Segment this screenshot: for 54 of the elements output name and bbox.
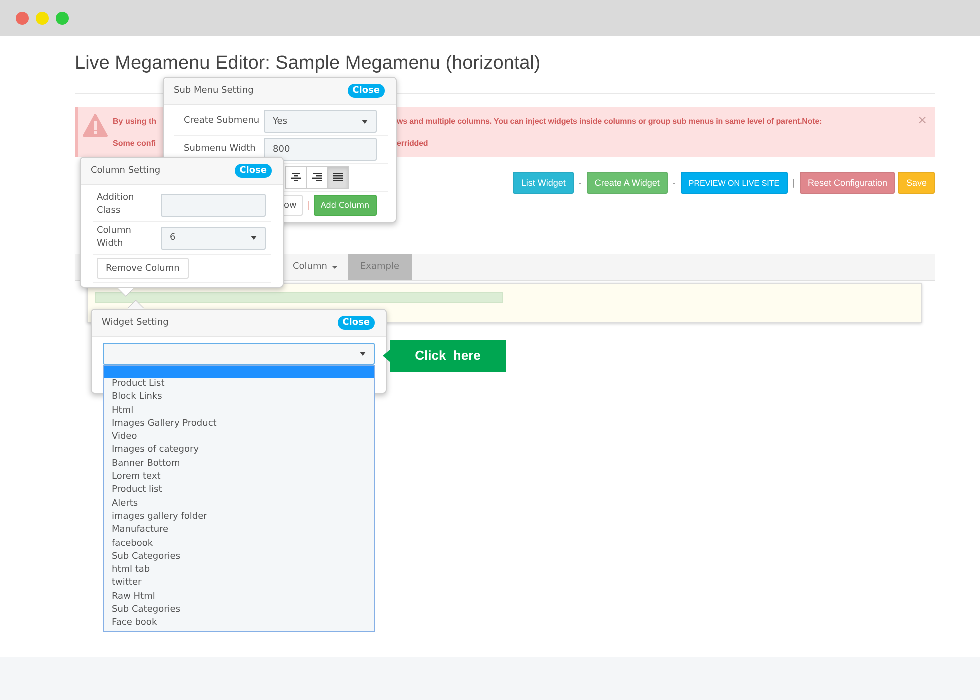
dropdown-option[interactable]: Product list — [104, 484, 374, 498]
caret-icon — [360, 352, 366, 356]
dropdown-option[interactable]: Alerts — [104, 498, 374, 511]
dropdown-option[interactable]: Sub Categories — [104, 550, 374, 564]
popup-title: Widget Setting — [102, 318, 169, 328]
dropdown-option[interactable]: Sub Categories — [104, 604, 374, 618]
alert-text: erridded — [397, 138, 428, 150]
maximize-icon[interactable] — [56, 12, 69, 24]
dropdown-option[interactable]: twitter — [104, 577, 374, 591]
dropdown-option[interactable]: html tab — [104, 564, 374, 578]
width-input[interactable]: 800 — [264, 138, 377, 161]
dropdown-option[interactable]: Images of category — [104, 444, 374, 458]
dropdown-option[interactable]: Lorem text — [104, 471, 374, 484]
dropdown-option[interactable]: Manufacture — [104, 524, 374, 538]
dropdown-option[interactable]: Block Links — [104, 391, 374, 405]
dropdown-option[interactable]: Video — [104, 431, 374, 444]
dropdown-option[interactable]: Banner Bottom — [104, 458, 374, 472]
column-placeholder[interactable] — [95, 292, 503, 303]
separator: | — [306, 200, 310, 210]
separator: - — [578, 178, 583, 188]
dropdown-option[interactable]: Raw Html — [104, 590, 374, 604]
submenu-select[interactable]: Yes — [264, 110, 377, 133]
alert-text: Some confi — [113, 138, 156, 150]
class-input[interactable] — [161, 194, 266, 216]
align-right-icon — [312, 173, 322, 182]
align-button[interactable] — [306, 166, 328, 189]
separator: - — [672, 178, 677, 188]
dropdown-option[interactable]: facebook — [104, 538, 374, 551]
popup-title: Sub Menu Setting — [174, 86, 254, 96]
field-label: Create Submenu — [184, 115, 261, 128]
field-label: Submenu Width — [184, 143, 257, 156]
alert-text: By using th — [113, 116, 157, 128]
dropdown-option[interactable]: Face book — [104, 617, 374, 631]
dropdown-option[interactable]: images gallery folder — [104, 510, 374, 524]
widget-select[interactable] — [103, 343, 375, 365]
dropdown-option[interactable]: Images Gallery Product — [104, 418, 374, 432]
field-label: Addition Class — [97, 192, 136, 218]
field-label: Column Width — [97, 225, 132, 251]
caret-icon — [251, 236, 257, 240]
close-icon[interactable] — [16, 12, 29, 24]
align-justify-icon — [333, 173, 343, 182]
popup-title: Column Setting — [91, 166, 161, 176]
dropdown-option[interactable]: Html — [104, 404, 374, 418]
align-button[interactable] — [327, 166, 349, 189]
remove-column-button[interactable]: Remove Column — [97, 258, 189, 279]
align-center-icon — [291, 173, 301, 182]
align-button[interactable] — [285, 166, 307, 189]
warning-icon — [83, 114, 108, 137]
click-here-callout: Click here — [390, 340, 506, 372]
width-select[interactable]: 6 — [161, 226, 266, 250]
alert-text: ws and multiple columns. You can inject widgets inside columns or group sub menus in same level of parent.Note: — [397, 116, 822, 128]
caret-icon — [362, 120, 368, 124]
separator: | — [792, 178, 796, 188]
dropdown-option[interactable]: Product List — [104, 378, 374, 392]
